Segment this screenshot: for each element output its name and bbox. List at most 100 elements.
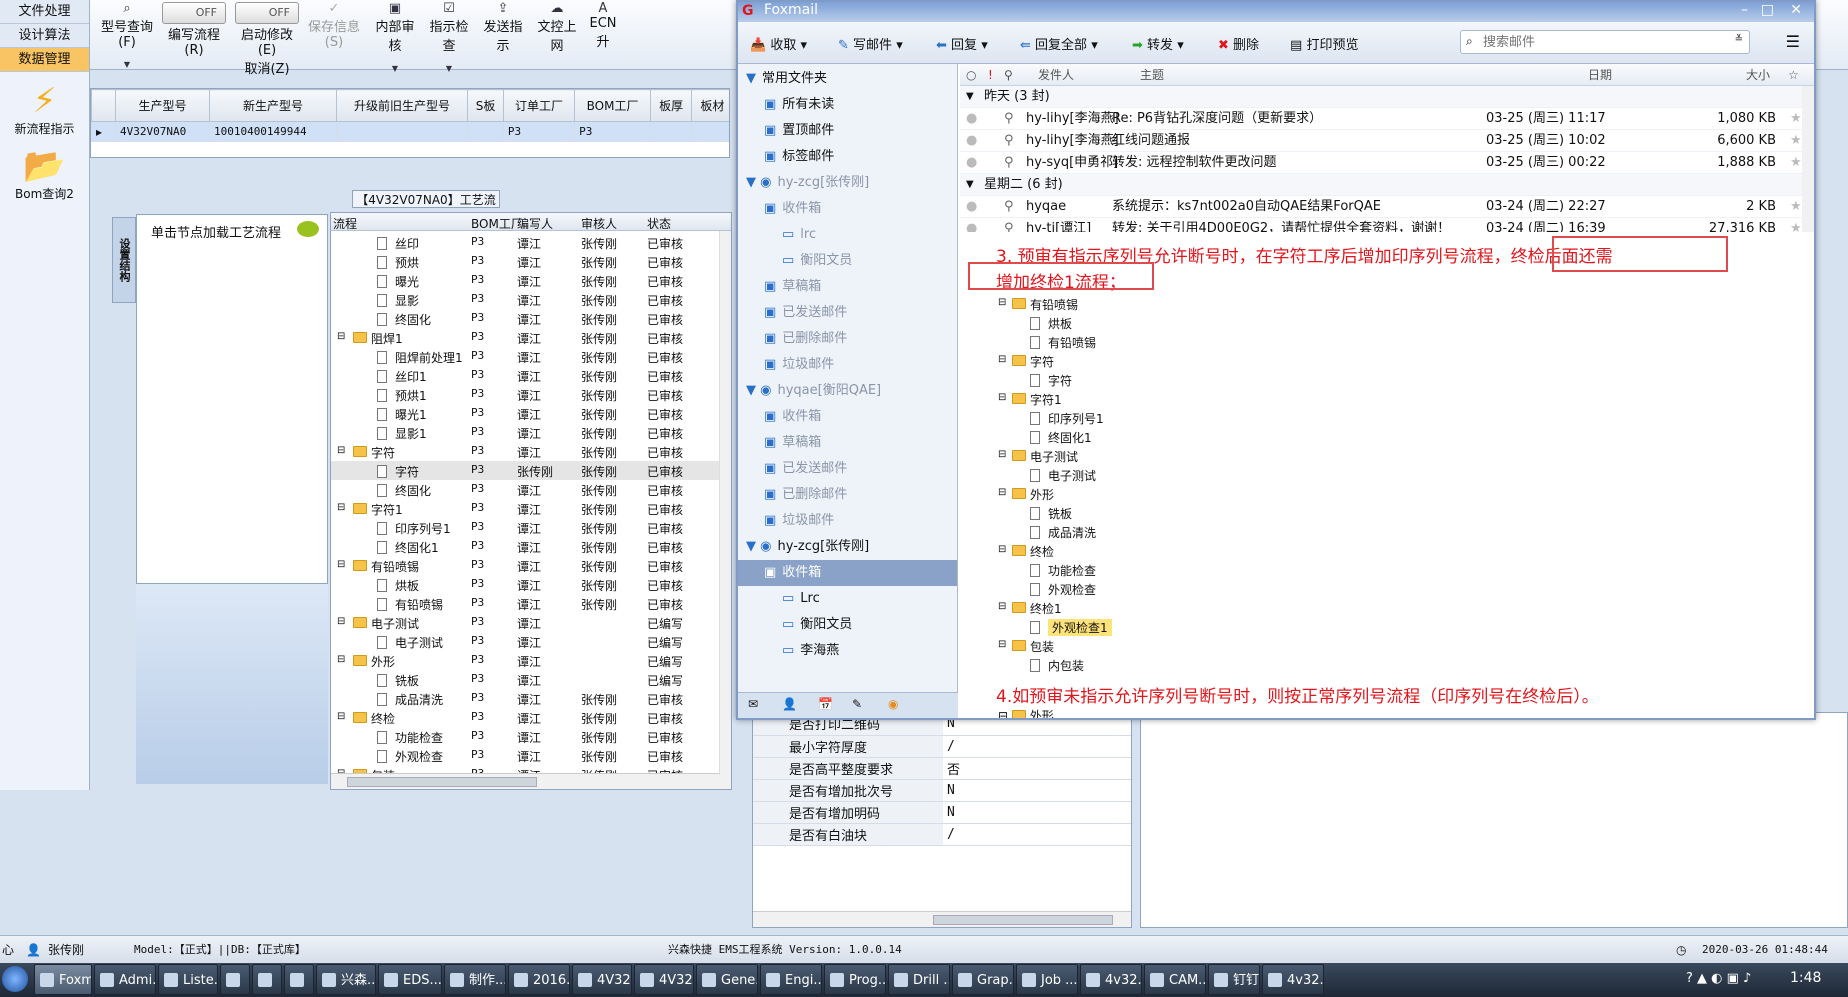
taskbar-item[interactable]: 制作... (444, 964, 506, 995)
folder-item[interactable]: ▭ Lrc (738, 586, 957, 612)
preview-tree-row[interactable]: 外观检查1 (960, 617, 1280, 636)
taskbar-item[interactable]: Prog... (824, 964, 886, 995)
desktop-shortcut[interactable]: ⚡ 新流程指示 (0, 82, 89, 137)
collapse-icon[interactable]: ⊟ (998, 487, 1006, 498)
grid-cell[interactable]: 10010400149944 (208, 121, 337, 142)
folder-item[interactable]: ▣ 已发送邮件 (738, 300, 957, 326)
maximize-icon[interactable]: □ (1761, 2, 1774, 18)
taskbar-item[interactable] (284, 964, 314, 995)
desktop-shortcut[interactable]: 📂 Bom查询2 (0, 147, 89, 202)
taskbar-item[interactable]: 4v32... (1080, 964, 1142, 995)
tree-row[interactable]: 预烘 P3 谭江 张传刚 已审核 (331, 252, 731, 271)
folder-item[interactable]: ▣ 草稿箱 (738, 430, 957, 456)
taskbar-item[interactable]: Job ... (1016, 964, 1078, 995)
taskbar-item[interactable] (220, 964, 250, 995)
tree-row[interactable]: 丝印 P3 谭江 张传刚 已审核 (331, 233, 731, 252)
tree-row[interactable]: ⊟ 外形 P3 谭江 已编写 (331, 651, 731, 670)
scroll-thumb[interactable] (347, 777, 537, 787)
notes-icon[interactable]: ✎ (852, 697, 862, 711)
menu-icon[interactable]: ☰ (1786, 32, 1800, 51)
taskbar-item[interactable]: 兴森... (316, 964, 376, 995)
star-icon[interactable]: ★ (1790, 218, 1802, 232)
upload-doc-button[interactable]: ☁ 文控上网 (534, 2, 580, 55)
collapse-icon[interactable]: ⊟ (337, 711, 345, 722)
collapse-icon[interactable]: ⊟ (998, 601, 1006, 612)
folder-item[interactable]: ▼ ◉ hy-zcg[张传刚] (738, 170, 957, 196)
tree-row[interactable]: 字符 P3 张传刚 张传刚 已审核 (331, 461, 731, 480)
mail-row[interactable]: ● ⚲ hy-lihy[李海燕] Re: P6背钻孔深度问题（更新要求） 03-25 (… (960, 108, 1814, 130)
tree-row[interactable]: 终固化 P3 谭江 张传刚 已审核 (331, 480, 731, 499)
compose-button[interactable]: ✎ 写邮件 ▾ (838, 34, 903, 53)
preview-tree-row[interactable]: 成品清洗 (960, 522, 1280, 541)
preview-tree-row[interactable]: 字符 (960, 370, 1280, 389)
mail-search-input[interactable] (1483, 33, 1713, 51)
folder-item[interactable]: ▣ 收件箱 (738, 560, 957, 586)
taskbar-item[interactable]: 4v32... (1262, 964, 1324, 995)
folder-item[interactable]: ▭ 衡阳文员 (738, 612, 957, 638)
prop-value[interactable]: / (943, 823, 1131, 846)
tree-row[interactable]: 显影1 P3 谭江 张传刚 已审核 (331, 423, 731, 442)
tree-row[interactable]: 外观检查 P3 谭江 张传刚 已审核 (331, 746, 731, 765)
folder-item[interactable]: ▣ 草稿箱 (738, 274, 957, 300)
internal-review-button[interactable]: ▣ 内部审核 ▼ (372, 2, 418, 76)
calendar-icon[interactable]: 📅 (818, 697, 833, 711)
preview-tree-row[interactable]: 功能检查 (960, 560, 1280, 579)
tree-row[interactable]: 有铅喷锡 P3 谭江 张传刚 已审核 (331, 594, 731, 613)
column-header[interactable]: 订单工厂 (502, 89, 576, 122)
taskbar-item[interactable]: CAM... (1144, 964, 1206, 995)
preview-tree-row[interactable]: ⊟ 终检1 (960, 598, 1280, 617)
preview-tree-row[interactable]: ⊟ 终检 (960, 541, 1280, 560)
grid-cell[interactable]: P3 (502, 121, 576, 142)
tree-row[interactable]: ⊟ 阻焊1 P3 谭江 张传刚 已审核 (331, 328, 731, 347)
collapse-icon[interactable]: ⊟ (337, 502, 345, 513)
instr-check-button[interactable]: ☑ 指示检查 ▼ (426, 2, 472, 76)
column-header[interactable]: 板厚 (650, 89, 693, 122)
column-header[interactable]: 审核人 (581, 215, 617, 232)
row-indicator[interactable]: ▸ (91, 121, 116, 142)
taskbar-item[interactable]: Admi... (94, 964, 156, 995)
preview-tree-row[interactable]: ⊟ 外形 (960, 484, 1280, 503)
mail-row[interactable]: ● ⚲ hy-syq[申勇祁] 转发: 远程控制软件更改问题 03-25 (周三) 00… (960, 152, 1814, 174)
nav-menu-item[interactable]: 文件处理 (0, 0, 89, 24)
off-switch[interactable]: OFF (235, 2, 299, 24)
taskbar-item[interactable]: 2016... (508, 964, 570, 995)
taskbar-item[interactable]: Grap... (952, 964, 1014, 995)
receive-button[interactable]: 📥 收取 ▾ (750, 34, 807, 53)
preview-tree-row[interactable]: 印序列号1 (960, 408, 1280, 427)
rss-icon[interactable]: ◉ (888, 697, 898, 711)
mail-row[interactable]: ● ⚲ hyqae 系统提示：ks7nt002a0自动QAE结果ForQAE 03-24… (960, 196, 1814, 218)
tree-row[interactable]: ⊟ 字符1 P3 谭江 张传刚 已审核 (331, 499, 731, 518)
tree-row[interactable]: 阻焊前处理1 P3 谭江 张传刚 已审核 (331, 347, 731, 366)
collapse-icon[interactable]: ⊟ (337, 331, 345, 342)
column-header[interactable]: 流程 (333, 215, 357, 232)
collapse-icon[interactable]: ⊟ (337, 654, 345, 665)
column-header[interactable]: BOM工厂 (574, 89, 652, 122)
tree-row[interactable]: 终固化1 P3 谭江 张传刚 已审核 (331, 537, 731, 556)
nav-menu-item[interactable]: 设计算法 (0, 24, 89, 48)
taskbar-item[interactable]: 钉钉 (1208, 964, 1260, 995)
tree-row[interactable]: 丝印1 P3 谭江 张传刚 已审核 (331, 366, 731, 385)
tree-row[interactable]: 烘板 P3 谭江 张传刚 已审核 (331, 575, 731, 594)
tree-row[interactable]: 功能检查 P3 谭江 张传刚 已审核 (331, 727, 731, 746)
column-header[interactable]: S板 (467, 89, 504, 122)
column-header[interactable]: 新生产型号 (208, 89, 337, 122)
preview-tree-row[interactable]: 外观检查 (960, 579, 1280, 598)
tree-row[interactable]: 曝光 P3 谭江 张传刚 已审核 (331, 271, 731, 290)
prop-row[interactable]: 是否有增加明码 N (753, 801, 1131, 824)
collapse-icon[interactable]: ⊟ (998, 297, 1006, 308)
grid-cell[interactable] (335, 121, 469, 142)
flow-side-tab[interactable]: 设置结构 (112, 217, 136, 303)
preview-tree-row[interactable]: ⊟ 字符 (960, 351, 1280, 370)
tree-row[interactable]: ⊟ 有铅喷锡 P3 谭江 张传刚 已审核 (331, 556, 731, 575)
mail-icon[interactable]: ✉ (748, 697, 758, 711)
grid-cell[interactable]: 4V32V07NA0 (115, 121, 210, 142)
preview-tree-row[interactable]: ⊟ 字符1 (960, 389, 1280, 408)
folder-item[interactable]: ▼ 常用文件夹 (738, 66, 957, 92)
preview-tree-row[interactable]: ⊟ 有铅喷锡 (960, 294, 1280, 313)
collapse-icon[interactable]: ⊟ (337, 445, 345, 456)
start-button[interactable] (2, 966, 28, 992)
grid-cell[interactable] (650, 121, 693, 142)
taskbar-item[interactable]: 4V32... (572, 964, 632, 995)
taskbar-clock[interactable]: 1:48 (1790, 970, 1821, 986)
collapse-icon[interactable]: ⊟ (998, 354, 1006, 365)
